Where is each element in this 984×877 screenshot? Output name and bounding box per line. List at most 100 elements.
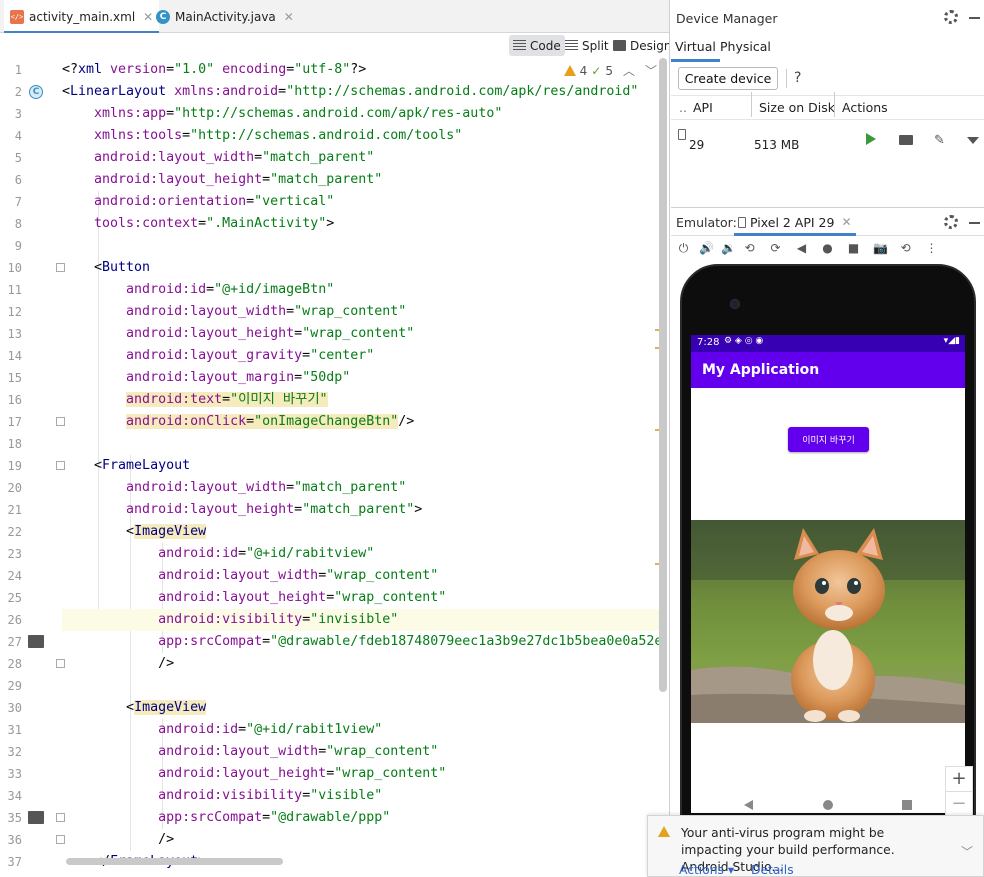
code-view-button[interactable]: Code	[509, 35, 565, 56]
overview-icon[interactable]: ■	[847, 242, 860, 255]
code-line[interactable]: android:layout_gravity="center"	[62, 345, 374, 367]
class-gutter-icon[interactable]: C	[29, 85, 43, 99]
snapshot-icon[interactable]: ⟲	[899, 242, 912, 255]
tab-main-activity-java[interactable]: C MainActivity.java ✕	[150, 0, 300, 33]
code-line[interactable]: android:visibility="invisible"	[62, 609, 398, 631]
code-line[interactable]: <ImageView	[62, 697, 207, 719]
image-preview-icon[interactable]	[28, 635, 44, 648]
zoom-in-button[interactable]: +	[945, 766, 973, 792]
api-column-header: API	[693, 100, 713, 115]
code-token: app:srcCompat	[158, 634, 263, 649]
minimize-icon[interactable]	[969, 222, 980, 224]
line-number: 35	[7, 811, 22, 825]
code-line[interactable]: xmlns:tools="http://schemas.android.com/…	[62, 125, 462, 147]
code-line[interactable]: android:layout_width="wrap_content"	[62, 565, 438, 587]
code-line[interactable]: android:text="이미지 바꾸기"	[62, 389, 328, 411]
code-line[interactable]: <Button	[62, 257, 150, 279]
line-number: 17	[7, 415, 22, 429]
line-number: 8	[14, 217, 22, 231]
code-token: <?	[62, 62, 79, 77]
horizontal-scrollbar[interactable]	[66, 858, 283, 865]
code-line[interactable]: android:layout_width="match_parent"	[62, 147, 374, 169]
tab-virtual[interactable]: Virtual	[671, 36, 720, 62]
gear-icon[interactable]	[944, 215, 958, 229]
folder-icon[interactable]	[899, 135, 913, 145]
rotate-left-icon[interactable]: ⟲	[743, 242, 756, 255]
chevron-down-icon[interactable]	[967, 137, 979, 144]
inspection-widget[interactable]: 4 ✓ 5 ︿ ﹀	[563, 62, 657, 79]
code-line[interactable]: <FrameLayout	[62, 455, 190, 477]
tab-activity-main-xml[interactable]: </> activity_main.xml ✕	[4, 0, 160, 34]
code-line[interactable]: <ImageView	[62, 521, 207, 543]
code-line[interactable]: android:visibility="visible"	[62, 785, 382, 807]
code-line[interactable]: android:layout_margin="50dp"	[62, 367, 350, 389]
code-line[interactable]: android:layout_width="wrap_content"	[62, 301, 406, 323]
play-icon[interactable]	[866, 133, 876, 145]
image-icon	[613, 40, 626, 51]
code-line[interactable]: tools:context=".MainActivity">	[62, 213, 334, 235]
image-preview-icon[interactable]	[28, 811, 44, 824]
volume-down-icon[interactable]: 🔉	[721, 242, 736, 255]
line-number: 10	[7, 261, 22, 275]
design-view-button[interactable]: Design	[609, 35, 669, 56]
code-token: android:text	[126, 392, 223, 407]
code-line[interactable]: <LinearLayout xmlns:android="http://sche…	[62, 81, 638, 103]
nav-home-icon[interactable]	[823, 800, 833, 810]
code-line[interactable]: app:srcCompat="@drawable/ppp"	[62, 807, 390, 829]
nav-overview-icon[interactable]	[902, 800, 912, 810]
actions-link[interactable]: Actions ▾	[679, 863, 734, 877]
tab-physical[interactable]: Physical	[716, 36, 775, 62]
code-token: =	[182, 128, 191, 143]
code-line[interactable]: android:layout_height="wrap_content"	[62, 323, 414, 345]
power-icon[interactable]: ⏻	[677, 242, 690, 255]
close-icon[interactable]: ✕	[284, 10, 294, 24]
code-line[interactable]: android:layout_height="match_parent"	[62, 169, 382, 191]
code-line[interactable]: xmlns:app="http://schemas.android.com/ap…	[62, 103, 502, 125]
chevron-up-icon[interactable]: ︿	[623, 62, 635, 79]
code-line[interactable]: app:srcCompat="@drawable/fdeb18748079eec…	[62, 631, 662, 653]
close-icon[interactable]: ✕	[841, 215, 851, 229]
code-line[interactable]: android:layout_height="wrap_content"	[62, 587, 446, 609]
code-line[interactable]: android:layout_height="wrap_content"	[62, 763, 446, 785]
details-link[interactable]: Details	[751, 863, 794, 877]
device-manager-title: Device Manager	[676, 11, 778, 26]
vertical-scrollbar[interactable]	[659, 58, 667, 692]
rotate-right-icon[interactable]: ⟳	[769, 242, 782, 255]
volume-up-icon[interactable]: 🔊	[699, 242, 714, 255]
code-token: =	[254, 150, 263, 165]
code-token: >	[414, 502, 423, 517]
tab-pixel-2[interactable]: Pixel 2 API 29 ✕	[734, 208, 856, 236]
code-line[interactable]: android:layout_height="match_parent">	[62, 499, 422, 521]
code-area[interactable]: <?xml version="1.0" encoding="utf-8"?> <L…	[62, 58, 662, 877]
change-image-button[interactable]: 이미지 바꾸기	[788, 427, 869, 452]
minimize-icon[interactable]	[969, 17, 980, 19]
code-line[interactable]: android:id="@+id/rabit1view"	[62, 719, 382, 741]
code-token: =	[318, 744, 327, 759]
code-line[interactable]: <?xml version="1.0" encoding="utf-8"?>	[62, 59, 366, 81]
home-icon[interactable]: ●	[821, 242, 834, 255]
code-line[interactable]: android:orientation="vertical"	[62, 191, 334, 213]
chevron-down-icon[interactable]: ﹀	[961, 843, 973, 860]
code-line[interactable]: android:layout_width="match_parent"	[62, 477, 406, 499]
code-line[interactable]: />	[62, 653, 174, 675]
chevron-down-icon[interactable]: ﹀	[645, 62, 657, 79]
code-line[interactable]: android:id="@+id/imageBtn"	[62, 279, 334, 301]
help-button[interactable]: ?	[794, 70, 801, 86]
size-column-header: Size on Disk	[759, 100, 836, 115]
pencil-icon[interactable]: ✎	[934, 133, 945, 148]
camera-icon[interactable]: 📷	[873, 242, 888, 255]
back-icon[interactable]: ◀	[795, 242, 808, 255]
nav-back-icon[interactable]	[744, 800, 753, 810]
more-icon[interactable]: ⋮	[925, 242, 938, 255]
code-line[interactable]: />	[62, 829, 174, 851]
line-number: 36	[7, 833, 22, 847]
split-view-button[interactable]: Split	[561, 35, 613, 56]
gear-icon[interactable]	[944, 10, 958, 24]
create-device-button[interactable]: Create device	[678, 67, 778, 90]
device-screen[interactable]: 7:28 ⚙ ◈ ◎ ◉ ▾◢▮ My Application 이미지 바꾸기	[691, 335, 965, 813]
code-line[interactable]: android:onClick="onImageChangeBtn"/>	[62, 411, 414, 433]
code-line[interactable]: android:id="@+id/rabitview"	[62, 543, 374, 565]
code-line[interactable]: android:layout_width="wrap_content"	[62, 741, 438, 763]
